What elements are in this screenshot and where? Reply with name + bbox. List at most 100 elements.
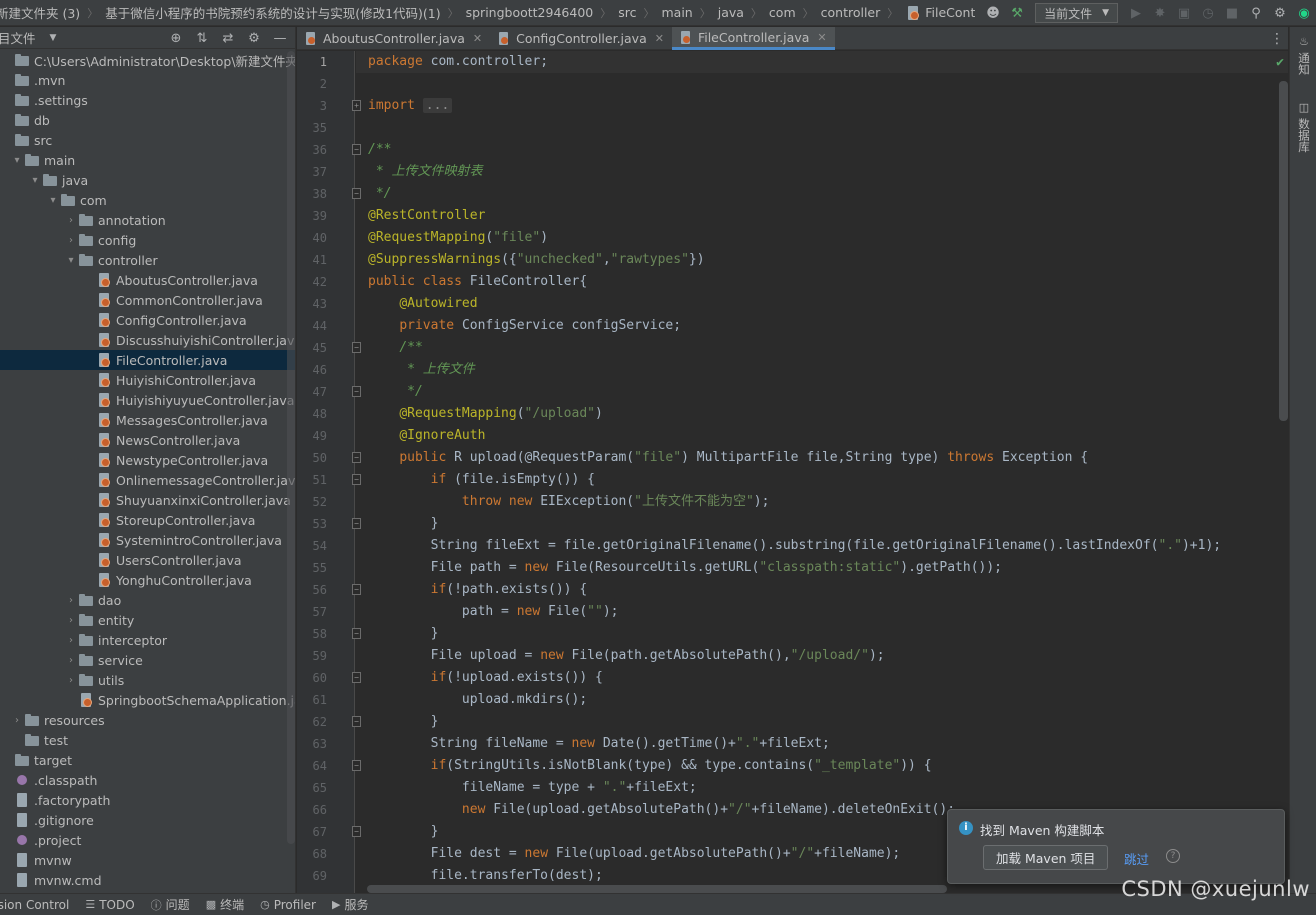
locate-icon[interactable]: ⊕: [163, 31, 189, 46]
tree-item[interactable]: › config: [0, 230, 295, 250]
tree-item[interactable]: ConfigController.java: [0, 310, 295, 330]
code-line[interactable]: /**: [368, 337, 1288, 359]
tree-item[interactable]: ▾ java: [0, 170, 295, 190]
collapse-fold-icon[interactable]: −: [352, 474, 361, 485]
load-maven-project-button[interactable]: 加载 Maven 项目: [983, 845, 1109, 870]
build-hammer-icon[interactable]: ⚒: [1005, 2, 1029, 24]
breadcrumb-item[interactable]: 〉 springboott2946400: [441, 0, 594, 25]
collapse-fold-icon[interactable]: −: [352, 386, 361, 397]
gear-icon[interactable]: ⚙: [241, 31, 267, 46]
collapse-fold-icon[interactable]: −: [352, 628, 361, 639]
code-line[interactable]: String fileName = new Date().getTime()+"…: [368, 733, 1288, 755]
tree-item[interactable]: .mvn: [0, 70, 295, 90]
tree-item[interactable]: › utils: [0, 670, 295, 690]
code-line[interactable]: * 上传文件: [368, 359, 1288, 381]
expand-all-icon[interactable]: ⇅: [189, 31, 215, 46]
tree-item[interactable]: db: [0, 110, 295, 130]
breadcrumb-item[interactable]: 〉 java: [693, 0, 744, 25]
code-line[interactable]: if (file.isEmpty()) {: [368, 469, 1288, 491]
code-line[interactable]: File upload = new File(path.getAbsoluteP…: [368, 645, 1288, 667]
tree-item[interactable]: HuiyishiController.java: [0, 370, 295, 390]
code-line[interactable]: @RequestMapping("/upload"): [368, 403, 1288, 425]
breadcrumb-item[interactable]: 〉 controller: [796, 0, 881, 25]
tree-item[interactable]: ▾ controller: [0, 250, 295, 270]
collapse-fold-icon[interactable]: −: [352, 342, 361, 353]
tree-item[interactable]: .classpath: [0, 770, 295, 790]
tree-item[interactable]: › interceptor: [0, 630, 295, 650]
collapse-fold-icon[interactable]: −: [352, 760, 361, 771]
collapse-fold-icon[interactable]: −: [352, 452, 361, 463]
collapse-fold-icon[interactable]: −: [352, 188, 361, 199]
tree-item[interactable]: › service: [0, 650, 295, 670]
collapse-fold-icon[interactable]: −: [352, 584, 361, 595]
database-tool-button[interactable]: ◫ 数据库: [1290, 93, 1312, 153]
code-line[interactable]: path = new File("");: [368, 601, 1288, 623]
horizontal-scrollbar[interactable]: [367, 885, 947, 893]
code-line[interactable]: if(!path.exists()) {: [368, 579, 1288, 601]
minimize-icon[interactable]: —: [267, 31, 293, 46]
tree-item[interactable]: .project: [0, 830, 295, 850]
tree-item[interactable]: mvnw: [0, 850, 295, 870]
collapse-fold-icon[interactable]: −: [352, 518, 361, 529]
tree-item[interactable]: › entity: [0, 610, 295, 630]
code-line[interactable]: @SuppressWarnings({"unchecked","rawtypes…: [368, 249, 1288, 271]
code-line[interactable]: @RequestMapping("file"): [368, 227, 1288, 249]
code-editor[interactable]: 1 2 3 +35 36−37 38−39 40 41 42 43 44 45−46 47−48 49 50…: [297, 51, 1288, 893]
ide-logo-icon[interactable]: ◉: [1292, 2, 1316, 24]
code-line[interactable]: @RestController: [368, 205, 1288, 227]
notifications-tool-button[interactable]: ♨ 通知: [1290, 27, 1312, 75]
tree-item[interactable]: .gitignore: [0, 810, 295, 830]
breadcrumb-item[interactable]: 〉基于微信小程序的书院预约系统的设计与实现(修改1代码)(1): [80, 0, 440, 25]
collapse-all-icon[interactable]: ⇄: [215, 31, 241, 46]
tree-item[interactable]: src: [0, 130, 295, 150]
code-line[interactable]: }: [368, 513, 1288, 535]
tree-item[interactable]: SpringbootSchemaApplication.java: [0, 690, 295, 710]
code-line[interactable]: if(StringUtils.isNotBlank(type) && type.…: [368, 755, 1288, 777]
tree-item[interactable]: ▾ main: [0, 150, 295, 170]
code-line[interactable]: public class FileController{: [368, 271, 1288, 293]
code-line[interactable]: @IgnoreAuth: [368, 425, 1288, 447]
tree-item[interactable]: MessagesController.java: [0, 410, 295, 430]
chevron-down-icon[interactable]: ▾: [46, 195, 60, 206]
tree-item[interactable]: mvnw.cmd: [0, 870, 295, 890]
close-icon[interactable]: ✕: [473, 32, 482, 45]
tree-item[interactable]: C:\Users\Administrator\Desktop\新建文件夹 (3)…: [0, 50, 295, 70]
tree-item[interactable]: NewstypeController.java: [0, 450, 295, 470]
close-icon[interactable]: ✕: [817, 31, 826, 44]
tree-item[interactable]: › dao: [0, 590, 295, 610]
collapse-fold-icon[interactable]: −: [352, 672, 361, 683]
tree-item[interactable]: test: [0, 730, 295, 750]
collapse-fold-icon[interactable]: −: [352, 144, 361, 155]
vertical-scrollbar[interactable]: [1279, 81, 1288, 421]
close-icon[interactable]: ✕: [655, 32, 664, 45]
code-line[interactable]: @Autowired: [368, 293, 1288, 315]
user-icon[interactable]: ☻: [981, 2, 1005, 24]
run-icon[interactable]: ▶: [1124, 2, 1148, 24]
chevron-right-icon[interactable]: ›: [64, 235, 78, 246]
services-button[interactable]: ▶ 服务: [332, 896, 368, 913]
more-tabs-icon[interactable]: ⋮: [1270, 27, 1284, 50]
tree-item[interactable]: SystemintroController.java: [0, 530, 295, 550]
folded-import-placeholder[interactable]: ...: [422, 98, 453, 113]
coverage-icon[interactable]: ▣: [1172, 2, 1196, 24]
editor-tab[interactable]: AboutusController.java ✕: [297, 27, 490, 50]
code-line[interactable]: throw new EIException("上传文件不能为空");: [368, 491, 1288, 513]
profiler-button[interactable]: ◷ Profiler: [260, 898, 316, 912]
chevron-down-icon[interactable]: ▾: [64, 255, 78, 266]
search-icon[interactable]: ⚲: [1244, 2, 1268, 24]
tree-item[interactable]: › resources: [0, 710, 295, 730]
code-line[interactable]: private ConfigService configService;: [368, 315, 1288, 337]
run-configuration-select[interactable]: 当前文件 ▼: [1035, 3, 1118, 23]
chevron-right-icon[interactable]: ›: [64, 635, 78, 646]
code-line[interactable]: upload.mkdirs();: [368, 689, 1288, 711]
code-line[interactable]: String fileExt = file.getOriginalFilenam…: [368, 535, 1288, 557]
chevron-right-icon[interactable]: ›: [64, 675, 78, 686]
code-line[interactable]: import ...: [368, 95, 1288, 117]
tree-item[interactable]: DiscusshuiyishiController.java: [0, 330, 295, 350]
code-lines[interactable]: package com.controller; import ... /** * 上…: [356, 51, 1288, 893]
chevron-down-icon[interactable]: ▾: [28, 175, 42, 186]
tree-item[interactable]: FileController.java: [0, 350, 295, 370]
problems-button[interactable]: ⓘ 问题: [151, 896, 190, 913]
tree-item[interactable]: AboutusController.java: [0, 270, 295, 290]
code-line[interactable]: package com.controller;: [356, 51, 1288, 73]
